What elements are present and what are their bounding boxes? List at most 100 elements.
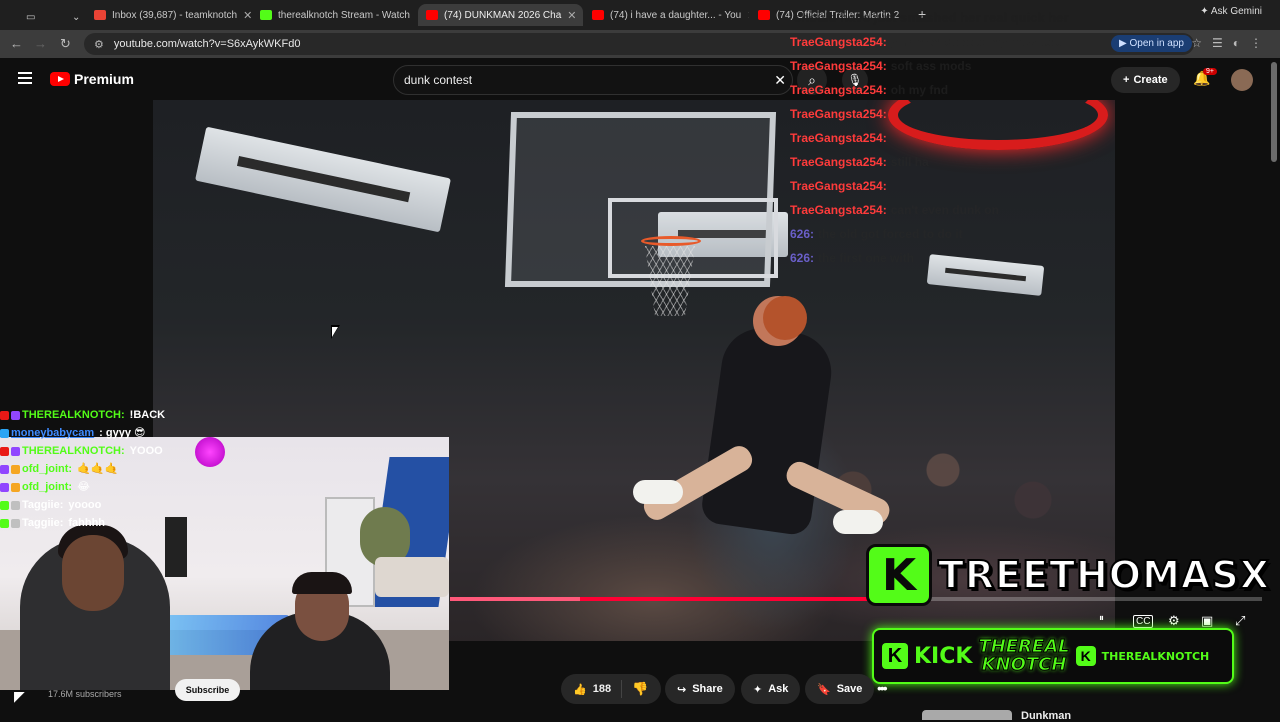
basketball-rim — [641, 236, 701, 246]
arena-sign — [195, 126, 451, 233]
chat-text: yoooo — [68, 499, 102, 511]
miniplayer-icon[interactable]: ▣ — [1201, 613, 1213, 629]
chat-text: y ur mod deleted my message — [890, 35, 1063, 49]
youtube-premium-logo[interactable]: Premium — [50, 71, 134, 87]
player-shoe — [633, 480, 683, 504]
channel-avatar-icon[interactable]: ◤ — [14, 688, 25, 705]
chat-badge-icon — [11, 500, 20, 510]
chat-username: ofd_joint: — [22, 481, 73, 493]
close-tab-icon[interactable]: ✕ — [747, 9, 749, 22]
save-label: Save — [836, 683, 863, 695]
chat-badge-icon — [0, 500, 9, 510]
share-label: Share — [692, 683, 723, 695]
logo-text: Premium — [74, 71, 134, 87]
chat-username: Taggiie: — [22, 517, 64, 529]
sidebar-toggle-icon[interactable]: ▭ — [18, 6, 42, 28]
thumbs-up-icon: 👍 — [573, 683, 587, 696]
close-tab-icon[interactable]: ✕ — [567, 9, 576, 22]
chat-text: oh my fnd — [890, 83, 949, 97]
pause-icon[interactable]: ⏸ — [1099, 613, 1104, 624]
tab-title: Inbox (39,687) - teamknotch — [112, 9, 238, 21]
youtube-play-logo-icon — [50, 72, 70, 86]
youtube-favicon-icon — [592, 10, 604, 20]
site-settings-icon[interactable]: ⚙ — [94, 38, 104, 51]
tab-title: (74) DUNKMAN 2026 Cha — [444, 9, 562, 21]
close-tab-icon[interactable]: ✕ — [243, 9, 251, 22]
chat-username: Taggiie: — [22, 499, 64, 511]
save-button[interactable]: 🔖 Save — [805, 674, 875, 704]
chat-message: 626: the old got forced to do it — [790, 222, 1280, 246]
browser-tab-dunkman[interactable]: (74) DUNKMAN 2026 Cha ✕ — [418, 4, 583, 26]
dislike-thumbs-down-icon[interactable]: 👎 — [622, 681, 658, 697]
chat-message: 626: the first one with — [790, 246, 1280, 270]
captions-icon[interactable]: CC — [1133, 615, 1154, 628]
reload-icon[interactable]: ↻ — [60, 36, 71, 52]
kick-chat-message: ofd_joint: 😂 — [0, 478, 240, 496]
chat-text: : gyyy 😎 — [99, 427, 146, 439]
chat-badge-icon — [0, 446, 9, 456]
player-shoe — [833, 510, 883, 534]
chat-username: moneybabycam — [11, 427, 95, 439]
settings-gear-icon[interactable]: ⚙ — [1168, 613, 1180, 629]
forward-arrow-icon[interactable]: → — [34, 36, 47, 51]
chat-message: TraeGangsta254: — [790, 126, 1280, 150]
chat-badge-icon — [0, 482, 9, 492]
chat-badge-icon — [11, 446, 20, 456]
chat-text: fahhhh — [68, 517, 106, 529]
subscribe-button[interactable]: Subscribe — [175, 679, 240, 701]
tab-title: (74) i have a daughter... - You — [610, 9, 742, 21]
kick-chat-message: Taggiie: fahhhh — [0, 514, 240, 532]
chat-message: TraeGangsta254: y ur mod deleted my messa… — [790, 30, 1280, 54]
search-input[interactable]: dunk contest ✕ — [393, 65, 793, 95]
ask-label: Ask — [768, 683, 789, 695]
kick-chat-message: Taggiie: yoooo — [0, 496, 240, 514]
more-actions-icon[interactable]: ••• — [877, 680, 888, 696]
share-button[interactable]: ↪ Share — [665, 674, 735, 704]
chat-badge-icon — [11, 518, 20, 528]
url-text: youtube.com/watch?v=S6xAykWKFd0 — [113, 38, 301, 50]
browser-tab-kick[interactable]: therealknotch Stream - Watch ✕ — [252, 4, 417, 26]
chat-text: YOOO — [129, 445, 163, 457]
chat-badge-icon — [0, 428, 9, 438]
basketball — [763, 296, 807, 340]
streamer-name: TREETHOMASX — [937, 552, 1270, 598]
menu-hamburger-icon[interactable] — [18, 72, 32, 84]
chat-username: TraeGangsta254: — [790, 131, 887, 145]
chat-text: should have just smashed her real quick … — [794, 10, 1069, 25]
browser-tab-gmail[interactable]: Inbox (39,687) - teamknotch ✕ — [86, 4, 251, 26]
room-couch — [375, 557, 449, 597]
kick-wordmark: KICK — [914, 643, 973, 669]
chat-badge-icon — [11, 464, 20, 474]
chat-text: the first one with — [818, 251, 915, 265]
chat-message: TraeGangsta254: oh my fnd — [790, 78, 1280, 102]
chat-username: TraeGangsta254: — [790, 203, 887, 217]
browser-tab-daughter[interactable]: (74) i have a daughter... - You ✕ — [584, 4, 749, 26]
channel-handle: THEREALKNOTCH — [1101, 649, 1210, 663]
youtube-favicon-icon — [758, 10, 770, 20]
close-tab-icon[interactable]: ✕ — [416, 9, 417, 22]
recommended-video-title[interactable]: Dunkman — [1021, 710, 1071, 722]
gmail-favicon-icon — [94, 10, 106, 20]
kick-chat-message: ofd_joint: 🤙🤙🤙 — [0, 460, 240, 478]
chat-text: still ha — [890, 155, 929, 169]
kick-logo-icon: K — [882, 643, 908, 669]
chat-message: TraeGangsta254: still ha — [790, 150, 1280, 174]
page-scrollbar[interactable] — [1271, 62, 1277, 162]
clear-search-icon[interactable]: ✕ — [774, 72, 786, 89]
back-arrow-icon[interactable]: ← — [10, 36, 23, 51]
streamer-face — [62, 535, 124, 611]
recommended-video-thumbnail[interactable] — [922, 710, 1012, 720]
chat-text: the old got forced to do it — [818, 227, 963, 241]
tab-list-chevron-icon[interactable]: ⌄ — [64, 6, 84, 28]
chat-message: TraeGangsta254: — [790, 102, 1280, 126]
kick-channel-banner: K KICK THEREAL KNOTCH K THEREALKNOTCH — [872, 628, 1234, 684]
ask-button[interactable]: ✦ Ask — [741, 674, 801, 704]
fullscreen-icon[interactable]: ⤢ — [1235, 613, 1245, 629]
kick-logo-icon: K — [1075, 646, 1096, 666]
basketball-net — [645, 246, 695, 316]
chat-username: TraeGangsta254: — [790, 179, 887, 193]
like-button[interactable]: 👍 188 — [561, 680, 623, 698]
chat-message: TraeGangsta254: can't even dunk on — [790, 198, 1280, 222]
channel-name-stacked: THEREAL KNOTCH — [978, 637, 1070, 674]
share-arrow-icon: ↪ — [677, 683, 687, 696]
